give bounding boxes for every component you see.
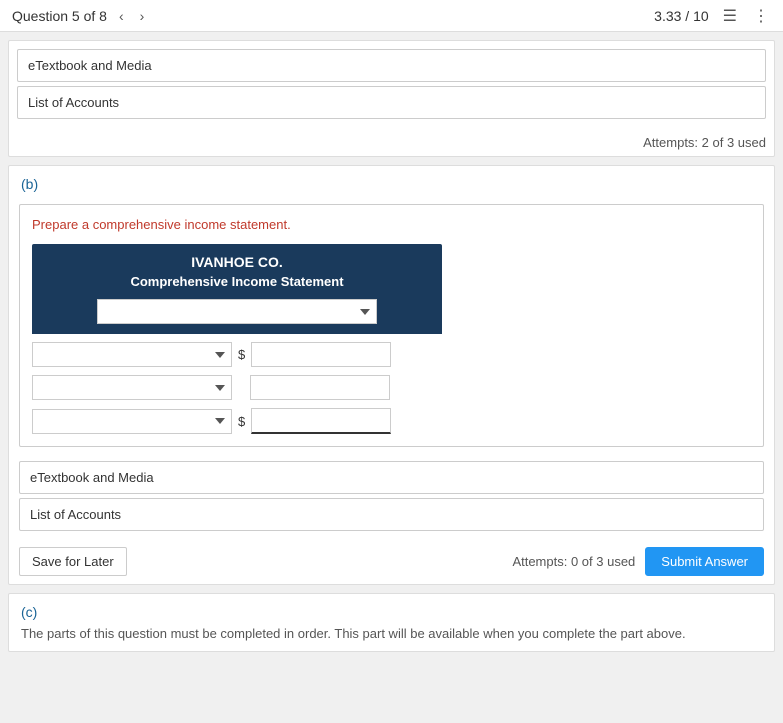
amount-input-3[interactable] (251, 408, 391, 434)
part-a-resources: eTextbook and Media List of Accounts (9, 41, 774, 131)
instruction-text: Prepare a comprehensive income statement… (32, 217, 751, 232)
score-display: 3.33 / 10 (654, 8, 709, 24)
more-options-button[interactable]: ⋮ (751, 4, 771, 28)
income-statement-header: IVANHOE CO. Comprehensive Income Stateme… (32, 244, 442, 334)
form-row-1: $ (32, 342, 442, 367)
part-b-label: (b) (9, 166, 774, 198)
form-row-3: $ (32, 408, 442, 434)
attempts-display-b: Attempts: 0 of 3 used (512, 554, 635, 569)
company-name: IVANHOE CO. (44, 254, 430, 270)
prev-question-button[interactable]: ‹ (115, 6, 128, 26)
part-b-panel: (b) Prepare a comprehensive income state… (8, 165, 775, 585)
list-icon-button[interactable]: ☰ (721, 4, 739, 28)
etextbook-link-b[interactable]: eTextbook and Media (19, 461, 764, 494)
question-title: Question 5 of 8 (12, 8, 107, 24)
account-select-2[interactable] (32, 375, 232, 400)
list-accounts-link-b[interactable]: List of Accounts (19, 498, 764, 531)
right-actions: Attempts: 0 of 3 used Submit Answer (512, 547, 764, 576)
header-left: Question 5 of 8 ‹ › (12, 6, 148, 26)
amount-input-2[interactable] (250, 375, 390, 400)
form-row-2 (32, 375, 442, 400)
list-accounts-link-a[interactable]: List of Accounts (17, 86, 766, 119)
header-dropdown-row: For the Year Ended December 31, 2025 For… (44, 295, 430, 324)
main-content: eTextbook and Media List of Accounts Att… (0, 40, 783, 652)
account-select-3[interactable] (32, 409, 232, 434)
part-b-inner: Prepare a comprehensive income statement… (19, 204, 764, 447)
part-c-panel: (c) The parts of this question must be c… (8, 593, 775, 652)
account-select-1[interactable] (32, 342, 232, 367)
part-c-text: The parts of this question must be compl… (21, 626, 762, 641)
part-b-bottom-resources: eTextbook and Media List of Accounts (9, 453, 774, 543)
question-header: Question 5 of 8 ‹ › 3.33 / 10 ☰ ⋮ (0, 0, 783, 32)
period-dropdown[interactable]: For the Year Ended December 31, 2025 For… (97, 299, 377, 324)
part-c-label: (c) (21, 604, 762, 620)
income-form-rows: $ $ (32, 342, 442, 434)
dollar-sign-1: $ (238, 347, 245, 362)
etextbook-link-a[interactable]: eTextbook and Media (17, 49, 766, 82)
amount-input-1[interactable] (251, 342, 391, 367)
dollar-sign-3: $ (238, 414, 245, 429)
statement-title: Comprehensive Income Statement (44, 274, 430, 289)
save-later-button[interactable]: Save for Later (19, 547, 127, 576)
submit-answer-button[interactable]: Submit Answer (645, 547, 764, 576)
part-a-panel: eTextbook and Media List of Accounts Att… (8, 40, 775, 157)
header-right: 3.33 / 10 ☰ ⋮ (654, 4, 771, 28)
save-submit-row: Save for Later Attempts: 0 of 3 used Sub… (9, 543, 774, 584)
attempts-display-a: Attempts: 2 of 3 used (9, 131, 774, 156)
next-question-button[interactable]: › (136, 6, 149, 26)
